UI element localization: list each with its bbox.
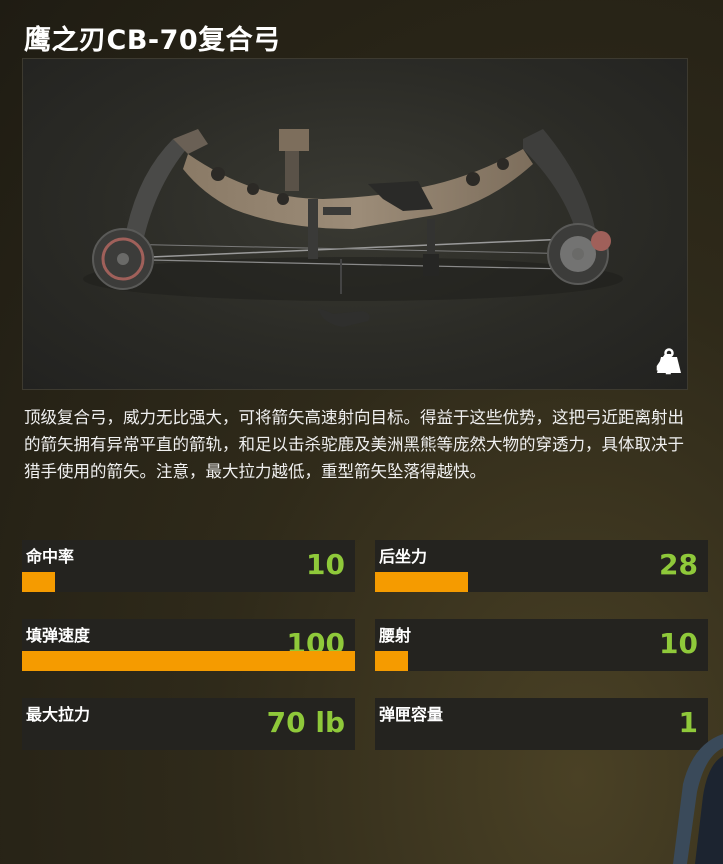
- stat-label: 最大拉力: [26, 705, 91, 724]
- stat-label: 后坐力: [379, 547, 428, 566]
- stat-hipfire: 腰射 10: [375, 619, 708, 671]
- stat-label: 填弹速度: [26, 626, 91, 645]
- corner-decoration: [673, 734, 723, 864]
- stat-label: 弹匣容量: [379, 705, 444, 724]
- stat-bar: [375, 651, 409, 671]
- item-title: 鹰之刃CB-70复合弓: [24, 25, 281, 56]
- stat-value: 10: [306, 548, 345, 581]
- stat-draw-weight: 最大拉力 70 lb: [22, 698, 355, 750]
- stat-recoil: 后坐力 28: [375, 540, 708, 592]
- stat-bar: [22, 651, 355, 671]
- stat-bar: [22, 572, 56, 592]
- item-image-panel: 4: [22, 58, 688, 390]
- stat-bar: [375, 572, 469, 592]
- stat-accuracy: 命中率 10: [22, 540, 355, 592]
- stat-value: 28: [659, 548, 698, 581]
- item-weight: 4: [656, 348, 681, 381]
- stat-label: 命中率: [26, 547, 75, 566]
- stat-label: 腰射: [379, 626, 412, 645]
- stat-reload-speed: 填弹速度 100: [22, 619, 355, 671]
- item-description: 顶级复合弓，威力无比强大，可将箭矢高速射向目标。得益于这些优势，这把弓近距离射出…: [24, 408, 684, 481]
- weight-icon: [656, 348, 681, 373]
- stat-value: 10: [659, 627, 698, 660]
- compound-bow-icon: [83, 129, 623, 327]
- stat-value: 70 lb: [266, 706, 345, 739]
